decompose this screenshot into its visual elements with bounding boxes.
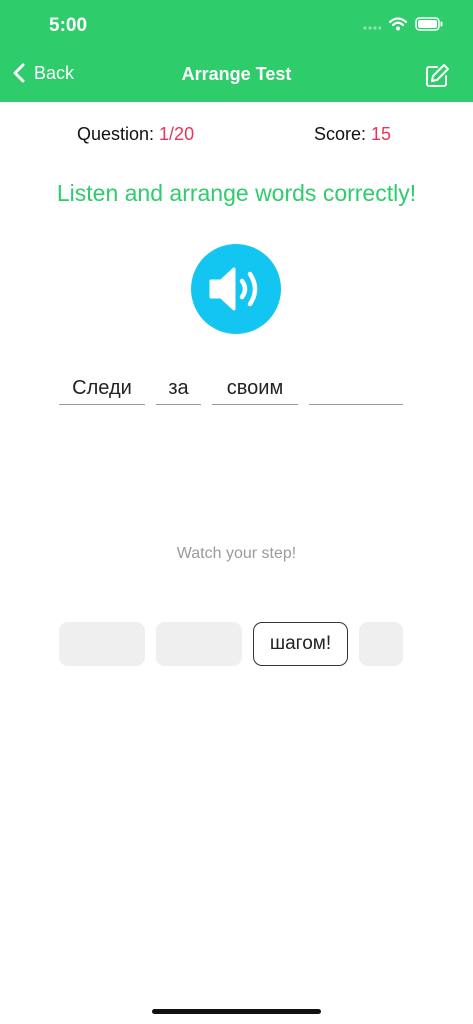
speaker-icon [209,267,258,311]
answer-slot-2[interactable]: за [156,372,201,405]
status-time: 5:00 [49,15,88,36]
status-icons [363,17,443,31]
score-value: 15 [371,124,392,144]
question-counter: Question: 1/20 [77,124,194,145]
app-header: 5:00 Back Arrange Test [0,0,473,102]
answer-slot-1[interactable]: Следи [59,372,145,405]
back-button[interactable]: Back [12,62,74,84]
score-counter: Score: 15 [314,124,391,145]
edit-icon [426,64,449,87]
question-label: Question: [77,124,160,144]
translation-hint: Watch your step! [176,545,297,562]
answer-slot-4[interactable] [309,372,403,405]
back-label: Back [34,62,75,83]
question-value: 1/20 [159,124,195,144]
signal-icon [363,26,381,30]
home-indicator[interactable] [152,1009,321,1014]
battery-icon [415,17,443,31]
answer-slot-3[interactable]: своим [212,372,298,405]
score-label: Score: [314,124,372,144]
wifi-icon [389,17,407,31]
word-chip-2[interactable] [156,622,242,666]
word-chip-3[interactable]: шагом! [253,622,348,666]
play-audio-button[interactable] [191,244,281,334]
word-chip-1[interactable] [59,622,145,666]
word-chip-4[interactable] [359,622,403,666]
chevron-left-icon [13,63,25,83]
edit-button[interactable] [423,62,451,90]
instruction-text: Listen and arrange words correctly! [56,180,417,206]
